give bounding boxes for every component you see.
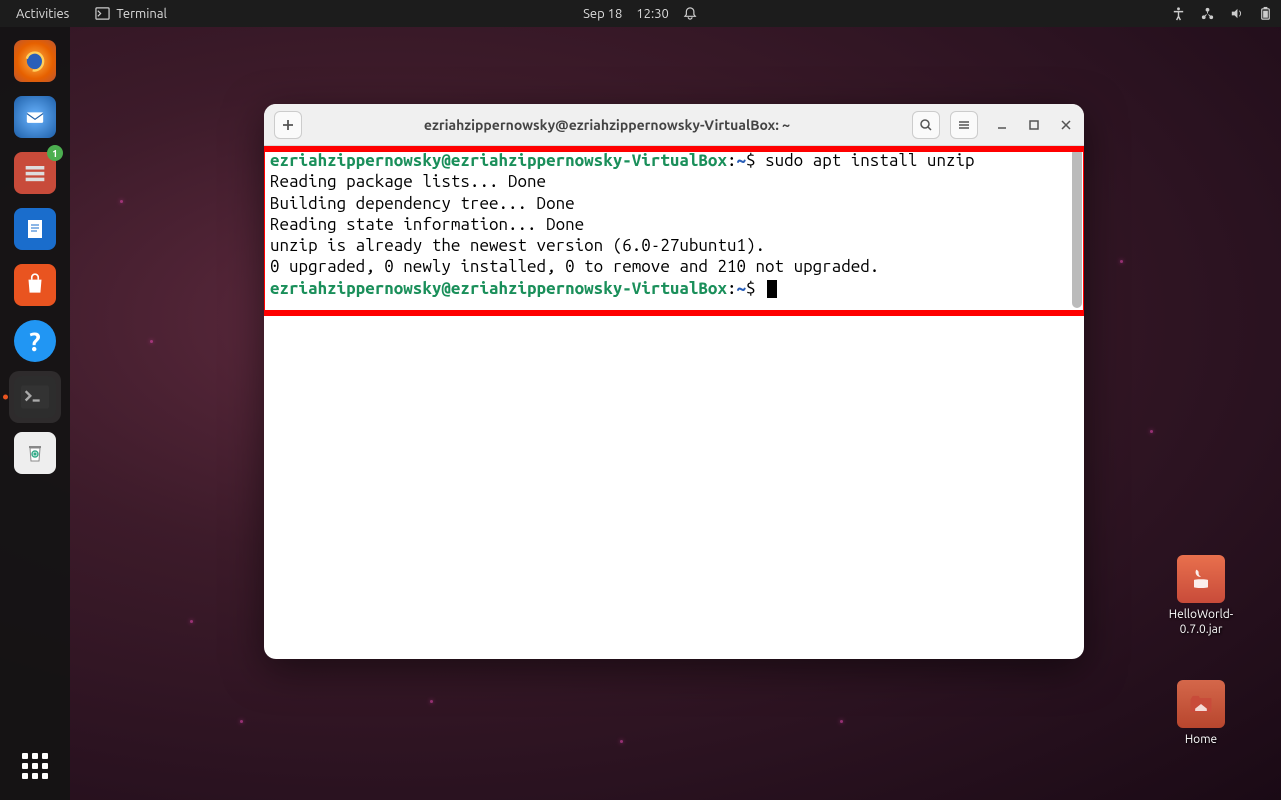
prompt-user: ezriahzippernowsky@ezriahzippernowsky-Vi… — [270, 151, 727, 170]
search-icon — [919, 118, 933, 132]
terminal-body[interactable]: ezriahzippernowsky@ezriahzippernowsky-Vi… — [264, 146, 1084, 659]
output-line: 0 upgraded, 0 newly installed, 0 to remo… — [270, 257, 879, 276]
home-folder-icon — [1186, 690, 1216, 718]
terminal-title: ezriahzippernowsky@ezriahzippernowsky-Vi… — [312, 117, 902, 133]
hamburger-icon — [957, 118, 971, 132]
battery-icon[interactable] — [1258, 6, 1273, 21]
terminal-icon — [95, 6, 110, 21]
app-menu[interactable]: Terminal — [87, 4, 175, 23]
close-button[interactable] — [1058, 117, 1074, 133]
dock-item-software[interactable] — [9, 259, 61, 311]
panel-date[interactable]: Sep 18 — [583, 7, 622, 21]
accessibility-icon[interactable] — [1171, 6, 1186, 21]
new-tab-button[interactable] — [274, 111, 302, 139]
top-panel: Activities Terminal Sep 18 12:30 — [0, 0, 1281, 27]
command-line: sudo apt install unzip — [765, 151, 974, 170]
desktop-icon-home-label: Home — [1161, 732, 1241, 747]
desktop-icon-jar-label: HelloWorld-0.7.0.jar — [1161, 607, 1241, 637]
dock-item-firefox[interactable] — [9, 35, 61, 87]
plus-icon — [281, 118, 295, 132]
firefox-icon — [21, 47, 49, 75]
terminal-icon — [21, 385, 49, 409]
output-line: Reading package lists... Done — [270, 172, 546, 191]
notifications-icon[interactable] — [683, 6, 698, 21]
volume-icon[interactable] — [1229, 6, 1244, 21]
dock-item-thunderbird[interactable] — [9, 91, 61, 143]
dock: 1 ? — [0, 27, 70, 800]
prompt-sep: : — [727, 151, 737, 170]
app-menu-label: Terminal — [116, 7, 167, 21]
prompt-user: ezriahzippernowsky@ezriahzippernowsky-Vi… — [270, 279, 727, 298]
dock-item-writer[interactable] — [9, 203, 61, 255]
output-line: Building dependency tree... Done — [270, 194, 575, 213]
help-icon: ? — [29, 327, 40, 356]
close-icon — [1060, 119, 1072, 131]
search-button[interactable] — [912, 111, 940, 139]
activities-button[interactable]: Activities — [8, 5, 77, 23]
minimize-button[interactable] — [994, 117, 1010, 133]
menu-button[interactable] — [950, 111, 978, 139]
terminal-cursor — [767, 280, 777, 298]
network-icon[interactable] — [1200, 6, 1215, 21]
shopping-bag-icon — [22, 272, 48, 298]
desktop-icon-jar[interactable]: HelloWorld-0.7.0.jar — [1161, 555, 1241, 637]
output-line: Reading state information... Done — [270, 215, 584, 234]
document-icon — [23, 215, 47, 243]
terminal-window: ezriahzippernowsky@ezriahzippernowsky-Vi… — [264, 104, 1084, 659]
files-badge: 1 — [47, 145, 63, 161]
dock-item-trash[interactable] — [9, 427, 61, 479]
prompt-dollar: $ — [746, 151, 765, 170]
terminal-scrollbar[interactable] — [1072, 148, 1082, 657]
maximize-icon — [1028, 119, 1040, 131]
maximize-button[interactable] — [1026, 117, 1042, 133]
panel-time[interactable]: 12:30 — [636, 7, 669, 21]
terminal-titlebar[interactable]: ezriahzippernowsky@ezriahzippernowsky-Vi… — [264, 104, 1084, 146]
java-jar-icon — [1187, 565, 1215, 593]
output-line: unzip is already the newest version (6.0… — [270, 236, 765, 255]
prompt-path: ~ — [737, 151, 747, 170]
files-icon — [21, 159, 49, 187]
show-applications[interactable] — [9, 740, 61, 792]
dock-item-files[interactable]: 1 — [9, 147, 61, 199]
thunderbird-icon — [21, 103, 49, 131]
trash-icon — [23, 440, 47, 466]
prompt-dollar: $ — [746, 279, 765, 298]
dock-item-help[interactable]: ? — [9, 315, 61, 367]
dock-item-terminal[interactable] — [9, 371, 61, 423]
minimize-icon — [996, 119, 1008, 131]
scrollbar-thumb[interactable] — [1072, 148, 1082, 308]
desktop-icon-home[interactable]: Home — [1161, 680, 1241, 747]
prompt-path: ~ — [737, 279, 747, 298]
prompt-sep: : — [727, 279, 737, 298]
